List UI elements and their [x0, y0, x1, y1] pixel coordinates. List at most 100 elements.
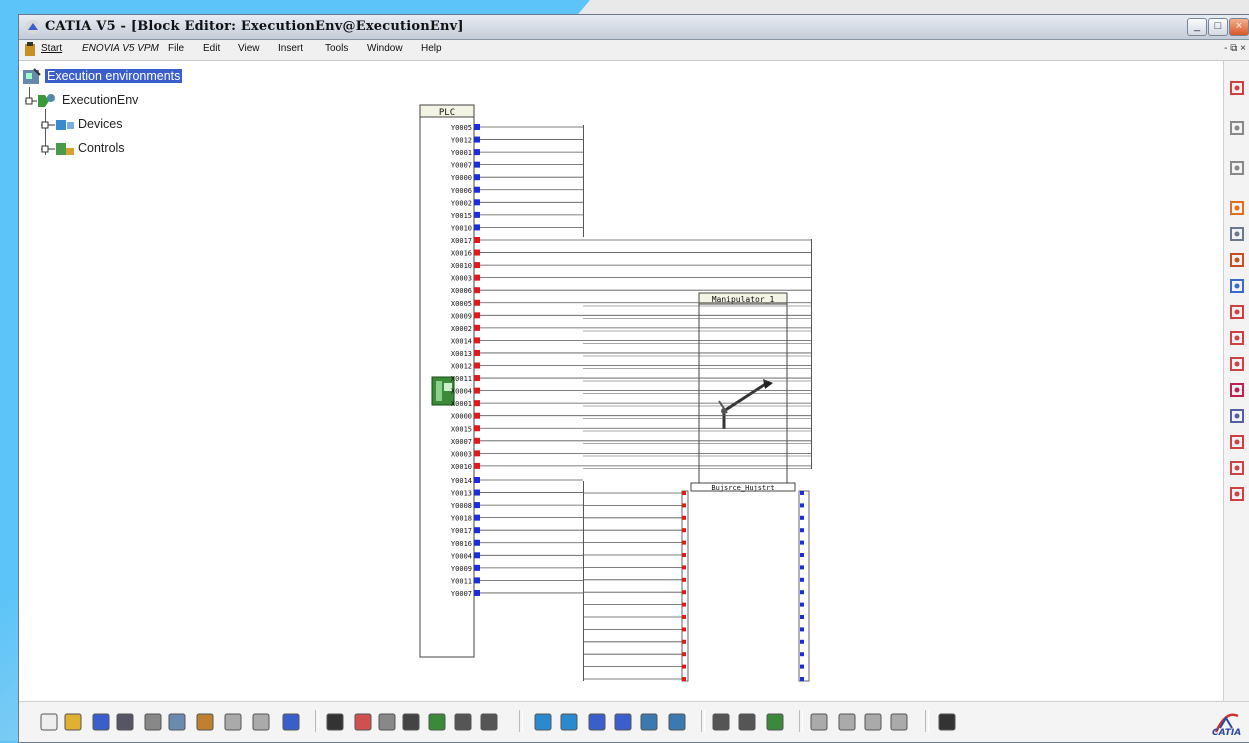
plc-port-out[interactable]	[474, 489, 480, 496]
manipulator-out-port[interactable]	[800, 528, 804, 533]
plc-port-in[interactable]	[474, 287, 480, 294]
block-diagram[interactable]: PLC Manipulator_1 Bujsrce_Hujstrt Y0005Y…	[19, 61, 1222, 701]
nav2-icon[interactable]	[889, 712, 909, 732]
gear-icon[interactable]	[711, 712, 731, 732]
manipulator-in-port[interactable]	[682, 565, 686, 570]
comment-icon[interactable]	[353, 712, 373, 732]
manipulator-out-port[interactable]	[800, 540, 804, 545]
plc-port-in[interactable]	[474, 412, 480, 419]
menu-file[interactable]: File	[168, 43, 184, 54]
plc-port-in[interactable]	[474, 324, 480, 331]
chain-icon[interactable]	[1228, 407, 1246, 425]
plc-port-in[interactable]	[474, 462, 480, 469]
cut-icon[interactable]	[143, 712, 163, 732]
menu-start[interactable]: Start	[41, 43, 62, 54]
plc-port-in[interactable]	[474, 387, 480, 394]
manipulator-in-port[interactable]	[682, 503, 686, 508]
plc-port-in[interactable]	[474, 274, 480, 281]
plc-port-in[interactable]	[474, 312, 480, 319]
delete-port-icon[interactable]	[1228, 355, 1246, 373]
manipulator-in-port[interactable]	[682, 553, 686, 557]
plc-port-out[interactable]	[474, 577, 480, 584]
grid2-icon[interactable]	[1228, 159, 1246, 177]
fit-all-icon[interactable]	[1228, 79, 1246, 97]
manipulator-in-port[interactable]	[682, 664, 686, 669]
manipulator-out-port[interactable]	[800, 491, 804, 495]
plc-port-out[interactable]	[474, 199, 480, 206]
manipulator-in-port[interactable]	[682, 528, 686, 533]
manipulator-in-port[interactable]	[682, 602, 686, 607]
formula-icon[interactable]	[325, 712, 345, 732]
arrows-icon[interactable]	[837, 712, 857, 732]
plc-port-out[interactable]	[474, 136, 480, 143]
manipulator-out-port[interactable]	[800, 577, 804, 582]
manipulator-out-port[interactable]	[800, 627, 804, 632]
block-editor-canvas[interactable]: Execution environments ExecutionEnv Devi…	[19, 61, 1222, 701]
align-center-icon[interactable]	[1228, 459, 1246, 477]
person-icon[interactable]	[765, 712, 785, 732]
plc-port-in[interactable]	[474, 400, 480, 407]
link-icon[interactable]	[1228, 381, 1246, 399]
pan-icon[interactable]	[559, 712, 579, 732]
plc-port-in[interactable]	[474, 237, 480, 243]
plc-port-out[interactable]	[474, 174, 480, 181]
restore-button[interactable]: □	[1208, 18, 1228, 36]
export-icon[interactable]	[1228, 251, 1246, 269]
manipulator-in-port[interactable]	[682, 652, 686, 657]
manipulator-in-port[interactable]	[682, 639, 686, 644]
plc-port-in[interactable]	[474, 337, 480, 344]
connect-icon[interactable]	[1228, 277, 1246, 295]
manipulator-out-port[interactable]	[800, 639, 804, 644]
open-icon[interactable]	[63, 712, 83, 732]
align-left-icon[interactable]	[1228, 433, 1246, 451]
table-icon[interactable]	[401, 712, 421, 732]
plc-port-out[interactable]	[474, 502, 480, 509]
print-icon[interactable]	[115, 712, 135, 732]
swap-icon[interactable]	[809, 712, 829, 732]
plc-port-in[interactable]	[474, 375, 480, 382]
plc-port-out[interactable]	[474, 211, 480, 218]
manipulator-in-port[interactable]	[682, 515, 686, 520]
menu-view[interactable]: View	[238, 43, 260, 54]
plc-port-out[interactable]	[474, 124, 480, 130]
select-arrow-icon[interactable]	[1228, 199, 1246, 217]
close-button[interactable]: ×	[1229, 18, 1249, 36]
zoom-out-icon[interactable]	[613, 712, 633, 732]
menu-window[interactable]: Window	[367, 43, 403, 54]
plc-port-out[interactable]	[474, 161, 480, 168]
plc-port-in[interactable]	[474, 262, 480, 269]
grid-icon[interactable]	[1228, 119, 1246, 137]
plc-port-out[interactable]	[474, 477, 480, 483]
manipulator-out-port[interactable]	[800, 677, 804, 681]
plc-port-in[interactable]	[474, 249, 480, 256]
plc-port-out[interactable]	[474, 539, 480, 546]
new-icon[interactable]	[39, 712, 59, 732]
copy-icon[interactable]	[167, 712, 187, 732]
undo-icon[interactable]	[223, 712, 243, 732]
view2-icon[interactable]	[667, 712, 687, 732]
whats-this-icon[interactable]	[281, 712, 301, 732]
manipulator-out-port[interactable]	[800, 615, 804, 619]
plc-port-out[interactable]	[474, 224, 480, 231]
document-controls[interactable]: - ⧉ ×	[1224, 43, 1246, 54]
manipulator-in-port[interactable]	[682, 540, 686, 545]
knowledge-icon[interactable]	[377, 712, 397, 732]
plc-port-out[interactable]	[474, 514, 480, 521]
manipulator-out-port[interactable]	[800, 565, 804, 570]
manipulator-out-port[interactable]	[800, 515, 804, 520]
port-out-icon[interactable]	[1228, 329, 1246, 347]
port-in-icon[interactable]	[1228, 303, 1246, 321]
manipulator-out-port[interactable]	[800, 590, 804, 595]
menu-insert[interactable]: Insert	[278, 43, 303, 54]
menu-tools[interactable]: Tools	[325, 43, 348, 54]
menu-edit[interactable]: Edit	[203, 43, 220, 54]
menu-enovia[interactable]: ENOVIA V5 VPM	[82, 43, 159, 54]
rotate-icon[interactable]	[1228, 225, 1246, 243]
plc-port-out[interactable]	[474, 552, 480, 559]
manipulator-out-port[interactable]	[800, 664, 804, 669]
lock-icon[interactable]	[453, 712, 473, 732]
plc-port-out[interactable]	[474, 186, 480, 193]
save-icon[interactable]	[91, 712, 111, 732]
plc-port-in[interactable]	[474, 437, 480, 444]
manipulator-in-port[interactable]	[682, 491, 686, 495]
